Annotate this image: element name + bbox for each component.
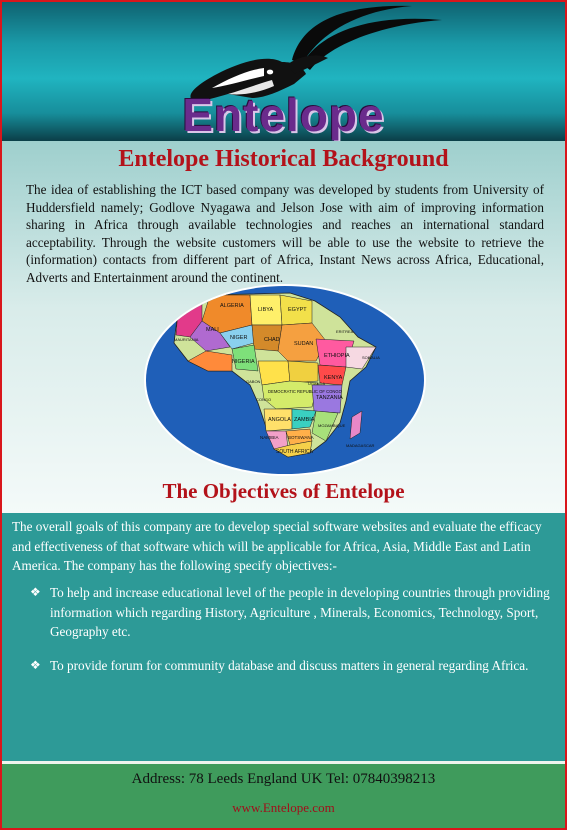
map-label: ERITREA — [336, 329, 354, 334]
history-title: Entelope Historical Background — [118, 146, 449, 172]
map-label: ALGERIA — [220, 303, 244, 309]
map-label: MAURITANIA — [174, 337, 199, 342]
map-label: EGYPT — [288, 307, 307, 313]
website-link[interactable]: www.Entelope.com — [2, 800, 565, 816]
map-label: NAMIBIA — [260, 435, 279, 440]
list-item: ❖ To help and increase educational level… — [30, 583, 555, 642]
history-paragraph: The idea of establishing the ICT based c… — [26, 182, 544, 285]
contact-address: Address: 78 Leeds England UK Tel: 078403… — [131, 771, 436, 787]
map-label: CONGO — [256, 397, 271, 402]
africa-map: ALGERIA LIBYA EGYPT MALI NIGER CHAD SUDA… — [140, 281, 430, 484]
objective-text: To provide forum for community database … — [50, 657, 529, 673]
diamond-bullet-icon: ❖ — [30, 657, 41, 672]
map-label: TANZANIA — [316, 395, 343, 401]
objectives-section: The overall goals of this company are to… — [2, 513, 565, 761]
flyer-page: Entelope Entelope Historical Background … — [0, 0, 567, 830]
map-label: SOUTH AFRICA — [276, 449, 314, 455]
map-label: ANGOLA — [268, 417, 291, 423]
map-label: NIGERIA — [232, 359, 255, 365]
map-label: SUDAN — [294, 341, 313, 347]
map-label: SOMALIA — [362, 355, 380, 360]
map-label: KENYA — [324, 375, 343, 381]
map-label: MALI — [206, 327, 219, 333]
objectives-list: ❖ To help and increase educational level… — [30, 583, 555, 689]
footer: Address: 78 Leeds England UK Tel: 078403… — [2, 764, 565, 828]
map-label: NIGER — [230, 335, 247, 341]
map-label: UGANDA — [308, 381, 325, 386]
objective-text: To help and increase educational level o… — [50, 585, 550, 639]
map-label: DEMOCRATIC REPUBLIC OF CONGO — [268, 389, 343, 394]
map-label: MADAGASCAR — [346, 443, 375, 448]
map-label: GABON — [246, 379, 261, 384]
map-label: ETHIOPIA — [324, 353, 350, 359]
history-section: Entelope Historical Background The idea … — [2, 141, 565, 513]
map-label: LIBYA — [258, 307, 274, 313]
africa-map-icon: ALGERIA LIBYA EGYPT MALI NIGER CHAD SUDA… — [144, 284, 426, 476]
map-label: MOZAMBIQUE — [318, 423, 346, 428]
map-label: CHAD — [264, 337, 280, 343]
objectives-intro: The overall goals of this company are to… — [12, 519, 542, 573]
map-label: BOTSWANA — [288, 435, 314, 440]
header-banner: Entelope — [2, 2, 565, 141]
map-label: ZAMBIA — [294, 417, 315, 423]
diamond-bullet-icon: ❖ — [30, 585, 41, 599]
objectives-title: The Objectives of Entelope — [162, 479, 405, 503]
brand-logo-text: Entelope — [182, 89, 385, 141]
list-item: ❖ To provide forum for community databas… — [30, 656, 555, 676]
